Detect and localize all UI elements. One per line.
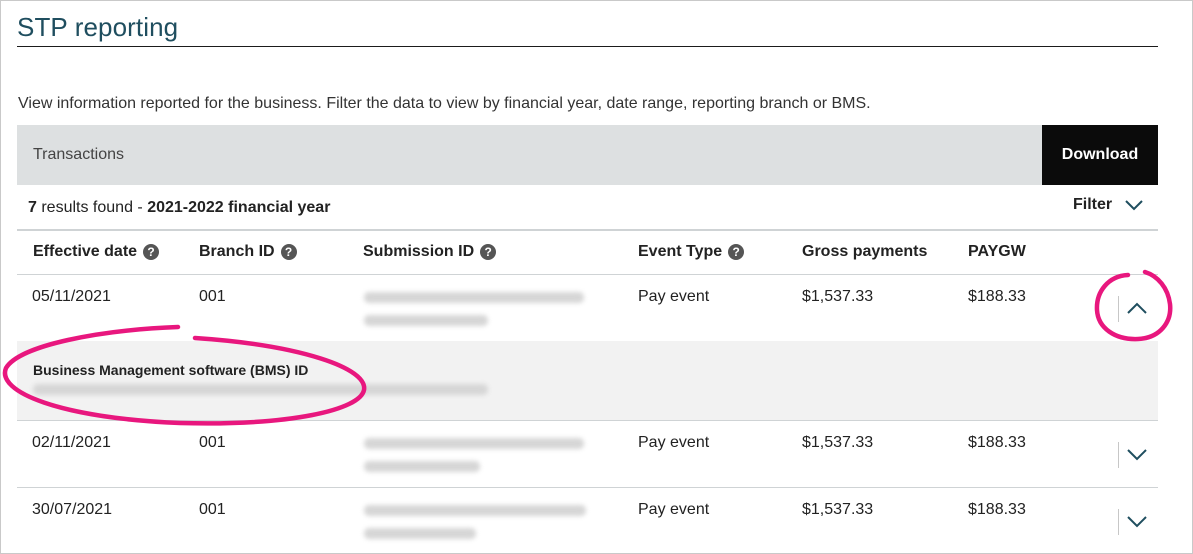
- cell-branch-id: 001: [199, 288, 226, 305]
- column-header-effective-date: Effective date ?: [33, 243, 160, 261]
- cell-event-type: Pay event: [638, 434, 710, 451]
- cell-paygw: $188.33: [968, 501, 1026, 518]
- help-icon[interactable]: ?: [480, 244, 497, 260]
- cell-paygw: $188.33: [968, 288, 1026, 305]
- help-icon[interactable]: ?: [280, 244, 297, 260]
- results-summary: 7 results found - 2021-2022 financial ye…: [28, 199, 330, 217]
- column-header-label: Submission ID: [363, 243, 475, 260]
- page-frame: [0, 0, 1193, 554]
- row-expanded-detail: Business Management software (BMS) ID: [17, 341, 1158, 420]
- column-header-paygw: PAYGW: [968, 243, 1026, 261]
- title-divider: [17, 46, 1158, 47]
- cell-branch-id: 001: [199, 434, 226, 451]
- table-header-bottom-rule: [17, 274, 1158, 275]
- chevron-up-icon[interactable]: [1126, 301, 1148, 315]
- cell-event-type: Pay event: [638, 501, 710, 518]
- transactions-label: Transactions: [33, 146, 124, 163]
- column-header-label: PAYGW: [968, 243, 1026, 260]
- column-header-label: Branch ID: [199, 243, 275, 260]
- cell-effective-date: 02/11/2021: [32, 434, 111, 451]
- results-text: results found -: [36, 199, 148, 216]
- chevron-down-icon: [1125, 200, 1143, 211]
- cell-paygw: $188.33: [968, 434, 1026, 451]
- page-intro: View information reported for the busine…: [18, 95, 871, 112]
- row-toggle-divider: [1118, 296, 1119, 322]
- column-header-submission-id: Submission ID ?: [363, 243, 497, 261]
- filter-toggle[interactable]: Filter: [1073, 196, 1144, 214]
- help-icon[interactable]: ?: [728, 244, 745, 260]
- cell-effective-date: 30/07/2021: [32, 501, 113, 518]
- cell-gross-payments: $1,537.33: [802, 501, 874, 518]
- column-header-gross-payments: Gross payments: [802, 243, 927, 261]
- download-button[interactable]: Download: [1042, 125, 1158, 185]
- column-header-branch-id: Branch ID ?: [199, 243, 297, 261]
- column-header-label: Gross payments: [802, 243, 928, 260]
- help-icon[interactable]: ?: [143, 244, 160, 260]
- row-toggle-divider: [1118, 442, 1119, 468]
- column-header-label: Event Type: [638, 243, 723, 260]
- row-toggle-divider: [1118, 509, 1119, 535]
- column-header-label: Effective date: [33, 243, 138, 260]
- page-title: STP reporting: [17, 12, 179, 42]
- chevron-down-icon[interactable]: [1126, 515, 1148, 529]
- chevron-down-icon[interactable]: [1126, 448, 1148, 462]
- cell-event-type: Pay event: [638, 288, 710, 305]
- results-count: 7: [28, 199, 37, 216]
- table-header-top-rule: [17, 229, 1158, 231]
- row-divider: [17, 420, 1158, 421]
- filter-label: Filter: [1073, 196, 1113, 213]
- cell-effective-date: 05/11/2021: [32, 288, 111, 305]
- row-divider: [17, 487, 1158, 488]
- column-header-event-type: Event Type ?: [638, 243, 745, 261]
- bms-id-label: Business Management software (BMS) ID: [33, 362, 309, 378]
- transactions-bar: Transactions Download: [17, 125, 1158, 185]
- cell-gross-payments: $1,537.33: [802, 288, 874, 305]
- cell-branch-id: 001: [199, 501, 226, 518]
- results-year: 2021-2022 financial year: [147, 199, 331, 216]
- cell-gross-payments: $1,537.33: [802, 434, 874, 451]
